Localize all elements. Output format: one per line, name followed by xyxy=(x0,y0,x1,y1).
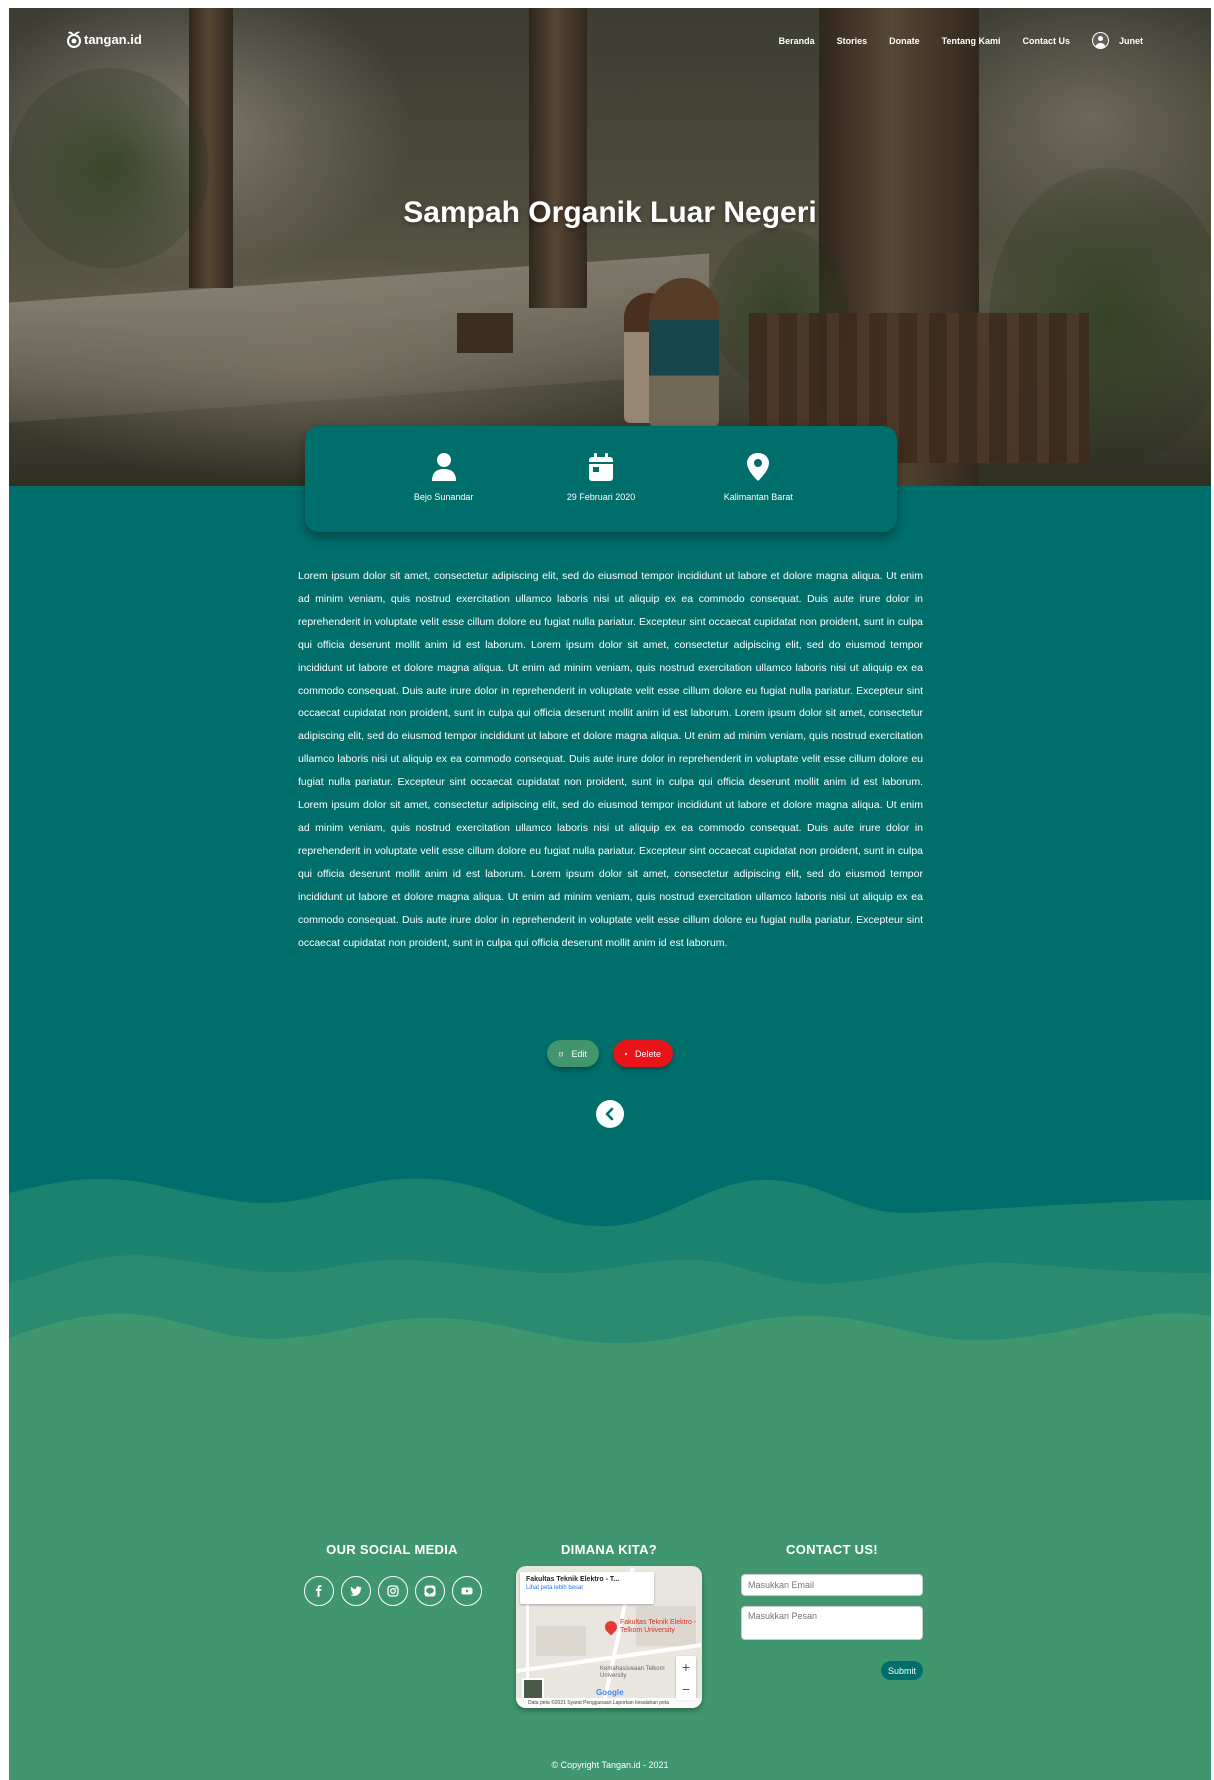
nav-link-stories[interactable]: Stories xyxy=(837,36,868,46)
map-zoom-controls[interactable]: + − xyxy=(676,1656,696,1700)
map-block xyxy=(536,1626,586,1656)
nav-links: Beranda Stories Donate Tentang Kami Cont… xyxy=(779,32,1143,49)
contact-title: CONTACT US! xyxy=(786,1542,878,1557)
nav-link-tentang-kami[interactable]: Tentang Kami xyxy=(942,36,1001,46)
map-place-card: Fakultas Teknik Elektro - T... Lihat pet… xyxy=(520,1572,654,1604)
user-avatar-icon xyxy=(1091,32,1109,49)
hero-banner: tangan.id Beranda Stories Donate Tentang… xyxy=(9,8,1211,486)
nav-link-donate[interactable]: Donate xyxy=(889,36,920,46)
location-map[interactable]: Fakultas Teknik Elektro - T... Lihat pet… xyxy=(516,1566,702,1708)
map-poi-label: Kemahasiswaan Telkom University xyxy=(600,1666,665,1679)
story-location: Kalimantan Barat xyxy=(723,492,793,502)
instagram-link[interactable] xyxy=(378,1576,408,1606)
trash-icon xyxy=(625,1052,627,1055)
social-links xyxy=(304,1576,482,1606)
edit-label: Edit xyxy=(571,1048,587,1059)
story-actions: Edit Delete xyxy=(9,1040,1211,1067)
navbar: tangan.id Beranda Stories Donate Tentang… xyxy=(9,26,1211,56)
zoom-in-icon[interactable]: + xyxy=(676,1656,696,1678)
edit-icon xyxy=(559,1051,564,1056)
logo-text: tangan.id xyxy=(84,31,142,47)
delete-label: Delete xyxy=(634,1048,661,1059)
map-pin-icon xyxy=(747,453,770,481)
nav-link-beranda[interactable]: Beranda xyxy=(779,36,815,46)
hero-overlay xyxy=(9,8,1211,486)
youtube-link[interactable] xyxy=(452,1576,482,1606)
social-media-title: OUR SOCIAL MEDIA xyxy=(326,1542,458,1557)
delete-button[interactable]: Delete xyxy=(613,1040,673,1067)
line-link[interactable] xyxy=(415,1576,445,1606)
edit-button[interactable]: Edit xyxy=(547,1040,599,1067)
instagram-icon xyxy=(387,1585,399,1597)
message-field[interactable] xyxy=(741,1606,923,1640)
line-icon xyxy=(424,1585,436,1597)
story-date: 29 Februari 2020 xyxy=(566,492,636,502)
story-body: Lorem ipsum dolor sit amet, consectetur … xyxy=(298,570,923,949)
twitter-icon xyxy=(350,1586,362,1596)
calendar-icon xyxy=(588,453,613,481)
map-satellite-toggle[interactable] xyxy=(522,1678,544,1700)
logo-icon xyxy=(67,31,81,48)
author-name: Bejo Sunandar xyxy=(413,492,474,502)
story-info-card: Bejo Sunandar 29 Februari 2020 Kalimanta… xyxy=(305,426,897,532)
author-info: Bejo Sunandar xyxy=(374,426,514,532)
nav-link-contact-us[interactable]: Contact Us xyxy=(1022,36,1070,46)
page-title: Sampah Organik Luar Negeri xyxy=(403,196,817,229)
zoom-out-icon[interactable]: − xyxy=(676,1678,696,1700)
submit-button[interactable]: Submit xyxy=(881,1661,923,1680)
page: tangan.id Beranda Stories Donate Tentang… xyxy=(9,8,1211,1780)
map-title: DIMANA KITA? xyxy=(560,1542,658,1557)
copyright: © Copyright Tangan.id - 2021 xyxy=(551,1760,669,1770)
logo[interactable]: tangan.id xyxy=(66,30,142,48)
facebook-icon xyxy=(316,1585,322,1597)
back-button[interactable] xyxy=(596,1100,624,1128)
date-info: 29 Februari 2020 xyxy=(531,426,671,532)
map-attribution: Data peta ©2021 Syarat Penggunaan Lapork… xyxy=(516,1698,702,1708)
location-info: Kalimantan Barat xyxy=(688,426,828,532)
chevron-left-icon xyxy=(605,1107,614,1121)
email-field[interactable] xyxy=(741,1574,923,1596)
map-larger-link[interactable]: Lihat peta lebih besar xyxy=(526,1585,648,1591)
user-icon xyxy=(431,453,456,481)
map-pin-label: Fakultas Teknik Elektro - Telkom Univers… xyxy=(620,1619,697,1634)
google-logo: Google xyxy=(596,1688,624,1697)
map-place-name: Fakultas Teknik Elektro - T... xyxy=(526,1576,620,1583)
facebook-link[interactable] xyxy=(304,1576,334,1606)
youtube-icon xyxy=(461,1587,473,1595)
user-menu[interactable]: Junet xyxy=(1091,32,1143,49)
user-name: Junet xyxy=(1118,35,1143,46)
twitter-link[interactable] xyxy=(341,1576,371,1606)
